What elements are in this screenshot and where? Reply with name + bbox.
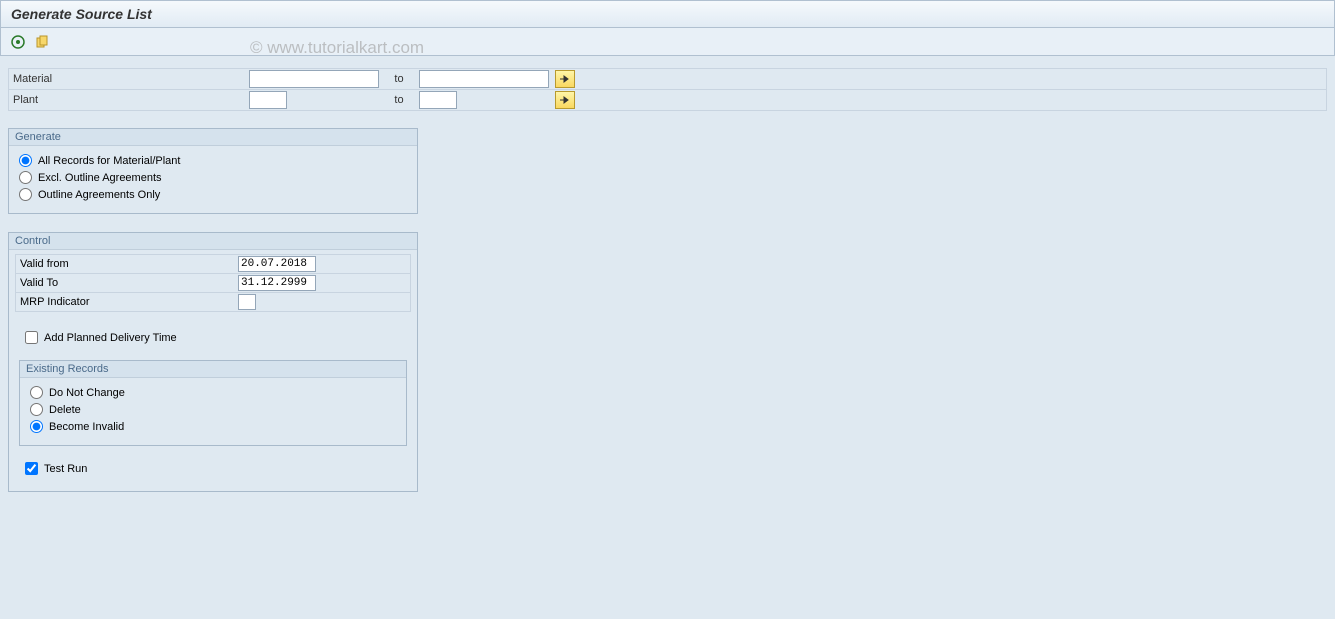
mrp-indicator-row: MRP Indicator — [15, 292, 411, 312]
test-run-checkbox[interactable] — [25, 462, 38, 475]
material-row: Material to — [8, 68, 1327, 90]
add-planned-label: Add Planned Delivery Time — [44, 332, 177, 344]
test-run-checkbox-row[interactable]: Test Run — [25, 460, 411, 477]
plant-row: Plant to — [8, 89, 1327, 111]
add-planned-checkbox-row[interactable]: Add Planned Delivery Time — [25, 329, 411, 346]
valid-from-label: Valid from — [20, 258, 238, 270]
plant-label: Plant — [9, 94, 249, 106]
radio-do-not-change-label: Do Not Change — [49, 387, 125, 399]
content-area: Material to Plant to Generate All Record… — [0, 56, 1335, 504]
valid-to-label: Valid To — [20, 277, 238, 289]
control-group: Control Valid from Valid To MRP Indicato… — [8, 232, 418, 492]
radio-excl-outline-label: Excl. Outline Agreements — [38, 172, 162, 184]
material-to-input[interactable] — [419, 70, 549, 88]
generate-group-title: Generate — [9, 129, 417, 146]
radio-do-not-change[interactable]: Do Not Change — [30, 384, 396, 401]
plant-to-label: to — [389, 94, 409, 106]
valid-from-input[interactable] — [238, 256, 316, 272]
execute-icon[interactable] — [9, 33, 27, 51]
radio-become-invalid[interactable]: Become Invalid — [30, 418, 396, 435]
radio-do-not-change-input[interactable] — [30, 386, 43, 399]
toolbar — [0, 28, 1335, 56]
valid-to-row: Valid To — [15, 273, 411, 293]
radio-excl-outline[interactable]: Excl. Outline Agreements — [19, 169, 407, 186]
radio-all-records-input[interactable] — [19, 154, 32, 167]
radio-delete[interactable]: Delete — [30, 401, 396, 418]
radio-outline-only-label: Outline Agreements Only — [38, 189, 160, 201]
radio-delete-input[interactable] — [30, 403, 43, 416]
existing-records-title: Existing Records — [20, 361, 406, 378]
valid-from-row: Valid from — [15, 254, 411, 274]
material-to-label: to — [389, 73, 409, 85]
page-title: Generate Source List — [0, 0, 1335, 28]
variant-icon[interactable] — [33, 33, 51, 51]
existing-records-group: Existing Records Do Not Change Delete Be… — [19, 360, 407, 446]
radio-delete-label: Delete — [49, 404, 81, 416]
radio-become-invalid-label: Become Invalid — [49, 421, 124, 433]
test-run-label: Test Run — [44, 463, 87, 475]
radio-all-records-label: All Records for Material/Plant — [38, 155, 180, 167]
mrp-indicator-input[interactable] — [238, 294, 256, 310]
radio-outline-only-input[interactable] — [19, 188, 32, 201]
plant-multi-selection-button[interactable] — [555, 91, 575, 109]
control-group-title: Control — [9, 233, 417, 250]
radio-all-records[interactable]: All Records for Material/Plant — [19, 152, 407, 169]
generate-group: Generate All Records for Material/Plant … — [8, 128, 418, 214]
valid-to-input[interactable] — [238, 275, 316, 291]
material-multi-selection-button[interactable] — [555, 70, 575, 88]
plant-from-input[interactable] — [249, 91, 287, 109]
radio-excl-outline-input[interactable] — [19, 171, 32, 184]
material-from-input[interactable] — [249, 70, 379, 88]
plant-to-input[interactable] — [419, 91, 457, 109]
mrp-indicator-label: MRP Indicator — [20, 296, 238, 308]
material-label: Material — [9, 73, 249, 85]
radio-become-invalid-input[interactable] — [30, 420, 43, 433]
add-planned-checkbox[interactable] — [25, 331, 38, 344]
radio-outline-only[interactable]: Outline Agreements Only — [19, 186, 407, 203]
